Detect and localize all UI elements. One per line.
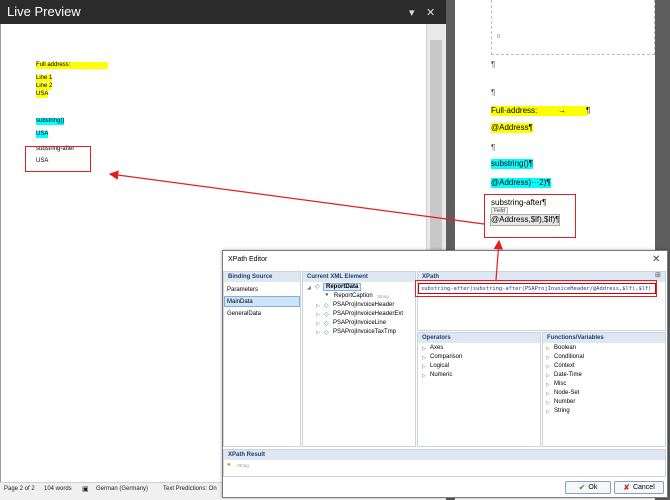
annotation-arrows	[108, 170, 504, 281]
arrow-doc-to-preview	[108, 170, 485, 225]
arrow-xpath-to-doc	[493, 239, 504, 281]
